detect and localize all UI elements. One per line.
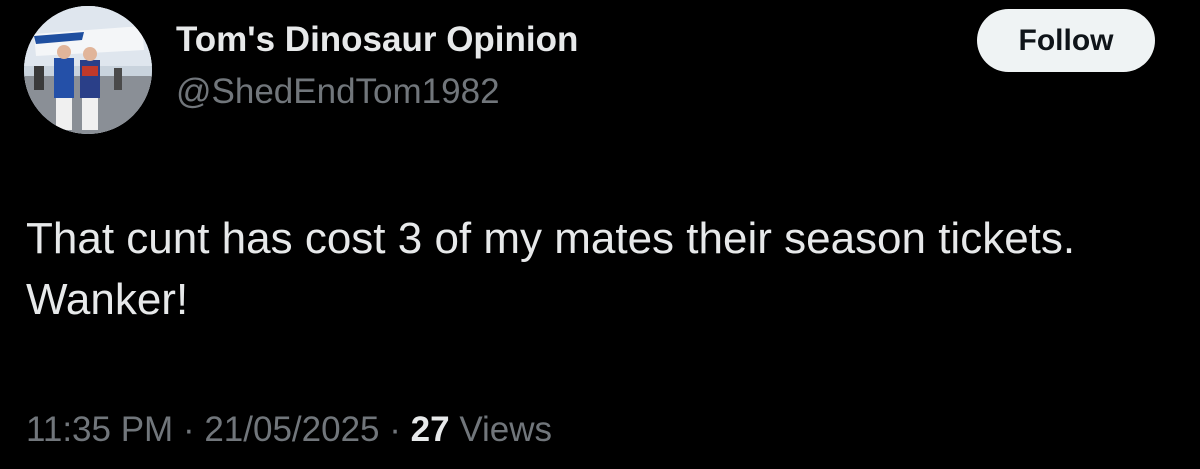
avatar[interactable] bbox=[24, 6, 152, 134]
views-label: Views bbox=[459, 410, 553, 449]
views-count: 27 bbox=[410, 410, 450, 449]
author-display-name[interactable]: Tom's Dinosaur Opinion bbox=[176, 16, 578, 64]
meta-separator: · bbox=[389, 410, 401, 449]
follow-button[interactable]: Follow bbox=[977, 9, 1155, 72]
author-handle[interactable]: @ShedEndTom1982 bbox=[176, 68, 578, 116]
tweet-time[interactable]: 11:35 PM bbox=[26, 410, 173, 449]
tweet-text: That cunt has cost 3 of my mates their s… bbox=[26, 214, 1076, 324]
author-info: Tom's Dinosaur Opinion @ShedEndTom1982 bbox=[176, 16, 578, 116]
profile-photo-icon bbox=[24, 6, 152, 134]
tweet-meta: 11:35 PM · 21/05/2025 · 27 Views bbox=[26, 406, 552, 454]
meta-separator: · bbox=[182, 410, 195, 449]
tweet-date[interactable]: 21/05/2025 bbox=[204, 410, 379, 449]
tweet: Tom's Dinosaur Opinion @ShedEndTom1982 F… bbox=[0, 0, 1200, 469]
